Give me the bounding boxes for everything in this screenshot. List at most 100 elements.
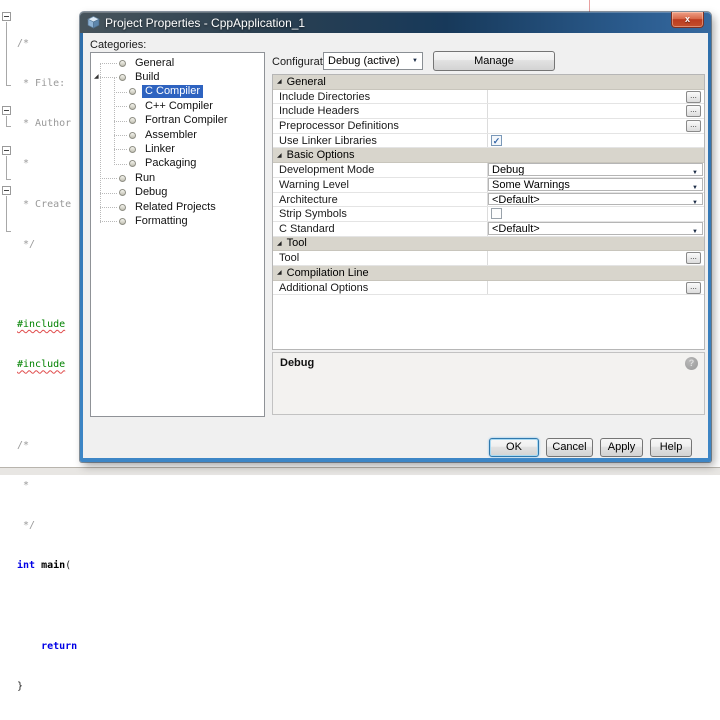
browse-button[interactable]: ... [686, 120, 701, 132]
apply-button[interactable]: Apply [600, 438, 643, 457]
section-expanded-icon: ◢ [277, 240, 282, 247]
property-label: Additional Options [273, 281, 488, 295]
code-line [17, 399, 77, 412]
property-value-field[interactable]: ... [488, 90, 704, 104]
ok-button[interactable]: OK [489, 438, 539, 457]
property-value-field[interactable]: ... [488, 281, 704, 295]
checkbox-unchecked[interactable] [491, 208, 502, 219]
node-icon [119, 204, 126, 211]
expand-toggle-icon[interactable]: ◢ [94, 73, 99, 80]
browse-button[interactable]: ... [686, 282, 701, 294]
fold-bracket [6, 22, 11, 86]
help-button[interactable]: Help [650, 438, 692, 457]
node-icon [129, 103, 136, 110]
summary-panel: Debug ? [272, 352, 705, 415]
section-expanded-icon: ◢ [277, 152, 282, 159]
close-button[interactable]: x [671, 12, 704, 28]
dialog-footer: OK Cancel Apply Help [489, 438, 692, 457]
chevron-down-icon: ▼ [692, 226, 698, 235]
property-row-architecture: Architecture <Default>▼ [273, 193, 704, 208]
node-icon [119, 74, 126, 81]
dialog-title: Project Properties - CppApplication_1 [105, 16, 305, 30]
section-header-basic-options[interactable]: ◢Basic Options [273, 148, 704, 163]
tree-item-linker[interactable]: Linker [91, 142, 264, 156]
fold-collapse-icon[interactable] [2, 186, 11, 195]
tree-item-assembler[interactable]: Assembler [91, 128, 264, 142]
code-line: */ [17, 519, 77, 532]
chevron-down-icon: ▼ [692, 167, 698, 176]
code-line: */ [17, 238, 77, 251]
dialog-titlebar[interactable]: Project Properties - CppApplication_1 x [80, 12, 711, 33]
tree-item-related-projects[interactable]: Related Projects [91, 200, 264, 214]
node-icon [119, 189, 126, 196]
tree-item-debug[interactable]: Debug [91, 186, 264, 200]
property-row-strip-symbols: Strip Symbols [273, 207, 704, 222]
code-line: /* [17, 37, 77, 50]
node-icon [129, 160, 136, 167]
checkbox-checked[interactable]: ✓ [491, 135, 502, 146]
property-value-cell: <Default>▼ [488, 222, 704, 236]
categories-label: Categories: [90, 39, 146, 51]
node-icon [119, 175, 126, 182]
property-label: C Standard [273, 222, 488, 236]
section-header-compilation-line[interactable]: ◢Compilation Line [273, 266, 704, 281]
code-line: #include [17, 358, 77, 371]
property-value-cell: Some Warnings▼ [488, 178, 704, 192]
browse-button[interactable]: ... [686, 91, 701, 103]
code-line: /* [17, 439, 77, 452]
chevron-down-icon: ▼ [412, 58, 418, 64]
section-expanded-icon: ◢ [277, 269, 282, 276]
browse-button[interactable]: ... [686, 252, 701, 264]
tree-item-packaging[interactable]: Packaging [91, 157, 264, 171]
help-icon[interactable]: ? [685, 357, 698, 370]
fold-bracket [6, 116, 11, 127]
property-value-cell [488, 207, 704, 221]
project-properties-icon [87, 16, 100, 29]
property-value-cell: Debug▼ [488, 163, 704, 177]
property-label: Tool [273, 251, 488, 265]
property-row-include-directories: Include Directories ... [273, 90, 704, 105]
c-standard-select[interactable]: <Default>▼ [488, 222, 703, 235]
categories-tree: General ◢Build C Compiler C++ Compiler F… [90, 52, 265, 417]
code-line: * [17, 157, 77, 170]
include-directive: #include [17, 359, 65, 370]
property-value-cell: ✓ [488, 134, 704, 148]
tree-item-run[interactable]: Run [91, 171, 264, 185]
tree-item-cpp-compiler[interactable]: C++ Compiler [91, 99, 264, 113]
configuration-select[interactable]: Debug (active) ▼ [323, 52, 423, 70]
section-header-tool[interactable]: ◢Tool [273, 237, 704, 252]
browse-button[interactable]: ... [686, 105, 701, 117]
chevron-down-icon: ▼ [692, 182, 698, 191]
fold-bracket [6, 196, 11, 232]
project-properties-dialog: Project Properties - CppApplication_1 x … [80, 12, 711, 462]
tree-item-build[interactable]: ◢Build [91, 70, 264, 84]
section-header-general[interactable]: ◢General [273, 75, 704, 90]
tree-item-c-compiler[interactable]: C Compiler [91, 85, 264, 99]
tree-item-fortran-compiler[interactable]: Fortran Compiler [91, 114, 264, 128]
fold-collapse-icon[interactable] [2, 106, 11, 115]
property-value-field[interactable]: ... [488, 119, 704, 133]
property-value-field[interactable]: ... [488, 104, 704, 118]
source-code[interactable]: /* * File: * Author * * Create */ #inclu… [17, 10, 77, 720]
section-expanded-icon: ◢ [277, 78, 282, 85]
tree-item-general[interactable]: General [91, 56, 264, 70]
cancel-button[interactable]: Cancel [546, 438, 593, 457]
tree-item-formatting[interactable]: Formatting [91, 214, 264, 228]
property-sheet: ◢General Include Directories ... Include… [272, 74, 705, 350]
property-value-field[interactable]: ... [488, 251, 704, 265]
fold-collapse-icon[interactable] [2, 12, 11, 21]
property-row-c-standard: C Standard <Default>▼ [273, 222, 704, 237]
warning-level-select[interactable]: Some Warnings▼ [488, 178, 703, 191]
summary-title: Debug [280, 357, 314, 369]
architecture-select[interactable]: <Default>▼ [488, 193, 703, 206]
sheet-empty-area [273, 295, 704, 350]
code-line: * [17, 479, 77, 492]
property-label: Include Headers [273, 104, 488, 118]
code-line-main: int main( [17, 559, 77, 572]
fold-bracket [6, 156, 11, 180]
development-mode-select[interactable]: Debug▼ [488, 163, 703, 176]
manage-configurations-button[interactable]: Manage Configurations... [433, 51, 555, 71]
keyword-int: int [17, 560, 35, 571]
fold-collapse-icon[interactable] [2, 146, 11, 155]
configuration-value: Debug (active) [328, 55, 400, 67]
